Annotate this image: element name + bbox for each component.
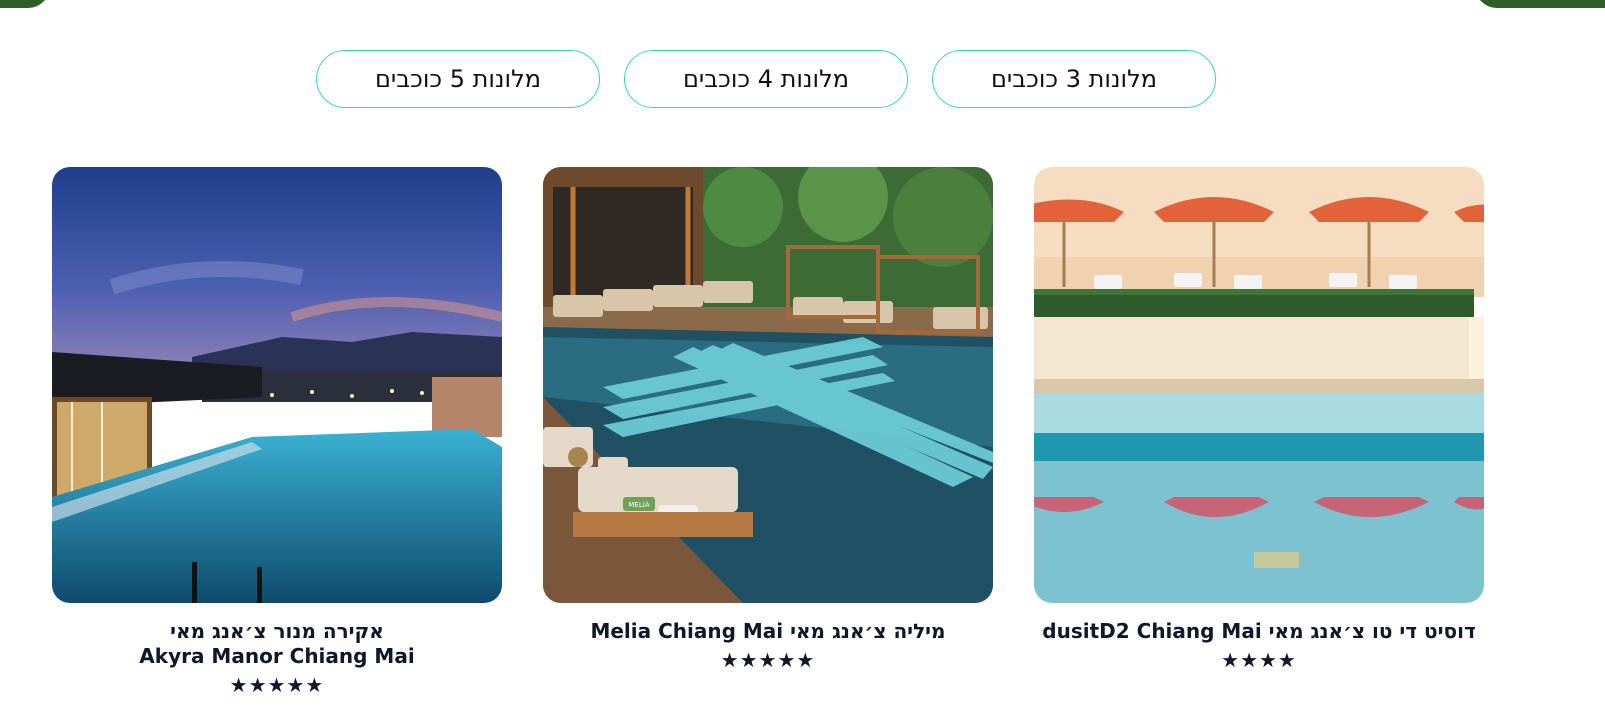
filter-4-stars-button[interactable]: מלונות 4 כוכבים xyxy=(624,50,908,108)
hotel-title-line: דוסיט די טו צ׳אנג מאי dusitD2 Chiang Mai xyxy=(1042,619,1476,643)
star-rating: ★★★★★ xyxy=(52,673,502,697)
hotel-photo-melia[interactable]: MELIA xyxy=(543,167,993,603)
hotel-card-melia[interactable]: MELIA מיליה צ׳אנג מאי Melia Chiang Mai ★… xyxy=(543,167,993,672)
hotel-title-line-2: Akyra Manor Chiang Mai xyxy=(139,644,415,668)
hotel-card-akyra-manor[interactable]: אקירה מנור צ׳אנג מאי Akyra Manor Chiang … xyxy=(52,167,502,697)
hotel-title-line: מיליה צ׳אנג מאי Melia Chiang Mai xyxy=(590,619,946,643)
star-rating: ★★★★★ xyxy=(543,648,993,672)
svg-text:MELIA: MELIA xyxy=(628,501,649,509)
hotel-title-dusitd2[interactable]: דוסיט די טו צ׳אנג מאי dusitD2 Chiang Mai xyxy=(1034,619,1484,644)
hotel-title-akyra-manor[interactable]: אקירה מנור צ׳אנג מאי Akyra Manor Chiang … xyxy=(52,619,502,669)
star-rating: ★★★★ xyxy=(1034,648,1484,672)
hotel-photo-dusitd2[interactable] xyxy=(1034,167,1484,603)
hotel-card-dusitd2[interactable]: דוסיט די טו צ׳אנג מאי dusitD2 Chiang Mai… xyxy=(1034,167,1484,672)
star-rating-icons: ★★★★★ xyxy=(720,648,816,672)
hotel-title-melia[interactable]: מיליה צ׳אנג מאי Melia Chiang Mai xyxy=(543,619,993,644)
star-rating-icons: ★★★★ xyxy=(1221,648,1297,672)
hotel-photo-akyra-manor[interactable] xyxy=(52,167,502,603)
hotel-title-line-1: אקירה מנור צ׳אנג מאי xyxy=(170,619,384,643)
star-rating-filter-bar: מלונות 3 כוכבים מלונות 4 כוכבים מלונות 5… xyxy=(0,50,1605,110)
decorative-corner-left xyxy=(0,0,50,8)
filter-3-stars-button[interactable]: מלונות 3 כוכבים xyxy=(932,50,1216,108)
star-rating-icons: ★★★★★ xyxy=(229,673,325,697)
filter-5-stars-button[interactable]: מלונות 5 כוכבים xyxy=(316,50,600,108)
decorative-corner-right xyxy=(1475,0,1605,8)
